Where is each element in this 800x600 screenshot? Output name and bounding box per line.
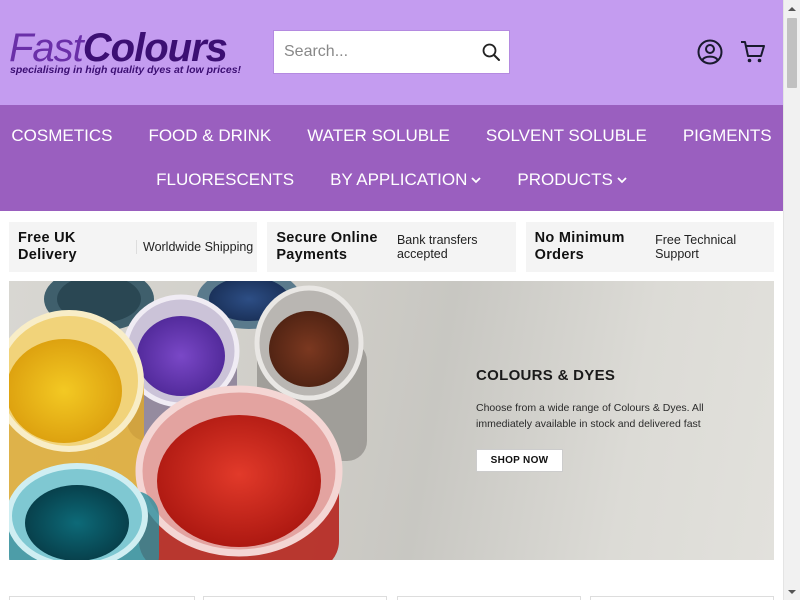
search-bar xyxy=(273,30,510,74)
nav-row-1: COSMETICS FOOD & DRINK WATER SOLUBLE SOL… xyxy=(0,114,783,158)
feature-delivery: Free UK Delivery Worldwide Shipping xyxy=(9,222,258,272)
nav-item-food-drink[interactable]: FOOD & DRINK xyxy=(130,126,289,146)
feature-subtitle: Bank transfers accepted xyxy=(396,233,478,261)
hero-title: COLOURS & DYES xyxy=(476,367,616,384)
search-icon[interactable] xyxy=(481,42,501,62)
feature-title: No Minimum Orders xyxy=(534,230,625,263)
features-strip: Free UK Delivery Worldwide Shipping Secu… xyxy=(9,222,774,272)
nav-item-solvent-soluble[interactable]: SOLVENT SOLUBLE xyxy=(468,126,665,146)
page-scrollbar[interactable] xyxy=(783,0,800,600)
product-card[interactable] xyxy=(590,596,774,600)
scrollbar-thumb[interactable] xyxy=(787,18,797,88)
scroll-up-arrow-icon[interactable] xyxy=(784,0,800,17)
feature-orders: No Minimum Orders Free Technical Support xyxy=(525,222,774,272)
feature-title: Secure Online Payments xyxy=(276,230,378,263)
nav-item-by-application-label: BY APPLICATION xyxy=(330,170,468,189)
main-navigation: COSMETICS FOOD & DRINK WATER SOLUBLE SOL… xyxy=(0,105,783,211)
hero-image-dye-jars xyxy=(9,281,367,560)
feature-subtitle: Free Technical Support xyxy=(655,233,737,261)
chevron-down-icon xyxy=(471,177,482,184)
nav-item-products[interactable]: PRODUCTS xyxy=(499,170,644,190)
hero-description: Choose from a wide range of Colours & Dy… xyxy=(476,402,704,430)
scroll-down-arrow-icon[interactable] xyxy=(784,583,800,600)
logo-tagline: specialising in high quality dyes at low… xyxy=(10,64,242,76)
feature-title: Free UK Delivery xyxy=(18,230,77,263)
nav-item-by-application[interactable]: BY APPLICATION xyxy=(312,170,499,190)
chevron-down-icon xyxy=(617,177,627,184)
hero-banner: COLOURS & DYES Choose from a wide range … xyxy=(9,281,774,560)
nav-row-2: FLUORESCENTS BY APPLICATION PRODUCTS xyxy=(0,158,783,202)
nav-item-cosmetics[interactable]: COSMETICS xyxy=(0,126,130,146)
product-card[interactable] xyxy=(9,596,195,600)
shop-now-button[interactable]: SHOP NOW xyxy=(476,449,563,472)
site-logo[interactable]: FastColours specialising in high quality… xyxy=(9,26,269,78)
nav-item-water-soluble[interactable]: WATER SOLUBLE xyxy=(289,126,468,146)
site-header: FastColours specialising in high quality… xyxy=(0,0,783,105)
product-card[interactable] xyxy=(397,596,581,600)
nav-item-fluorescents[interactable]: FLUORESCENTS xyxy=(138,170,312,190)
nav-item-products-label: PRODUCTS xyxy=(517,170,613,189)
nav-item-pigments[interactable]: PIGMENTS xyxy=(665,126,790,146)
feature-subtitle: Worldwide Shipping xyxy=(136,240,253,254)
feature-payments: Secure Online Payments Bank transfers ac… xyxy=(267,222,516,272)
search-input[interactable] xyxy=(274,31,474,73)
product-card[interactable] xyxy=(203,596,387,600)
account-icon[interactable] xyxy=(697,39,723,65)
cart-icon[interactable] xyxy=(740,40,766,64)
